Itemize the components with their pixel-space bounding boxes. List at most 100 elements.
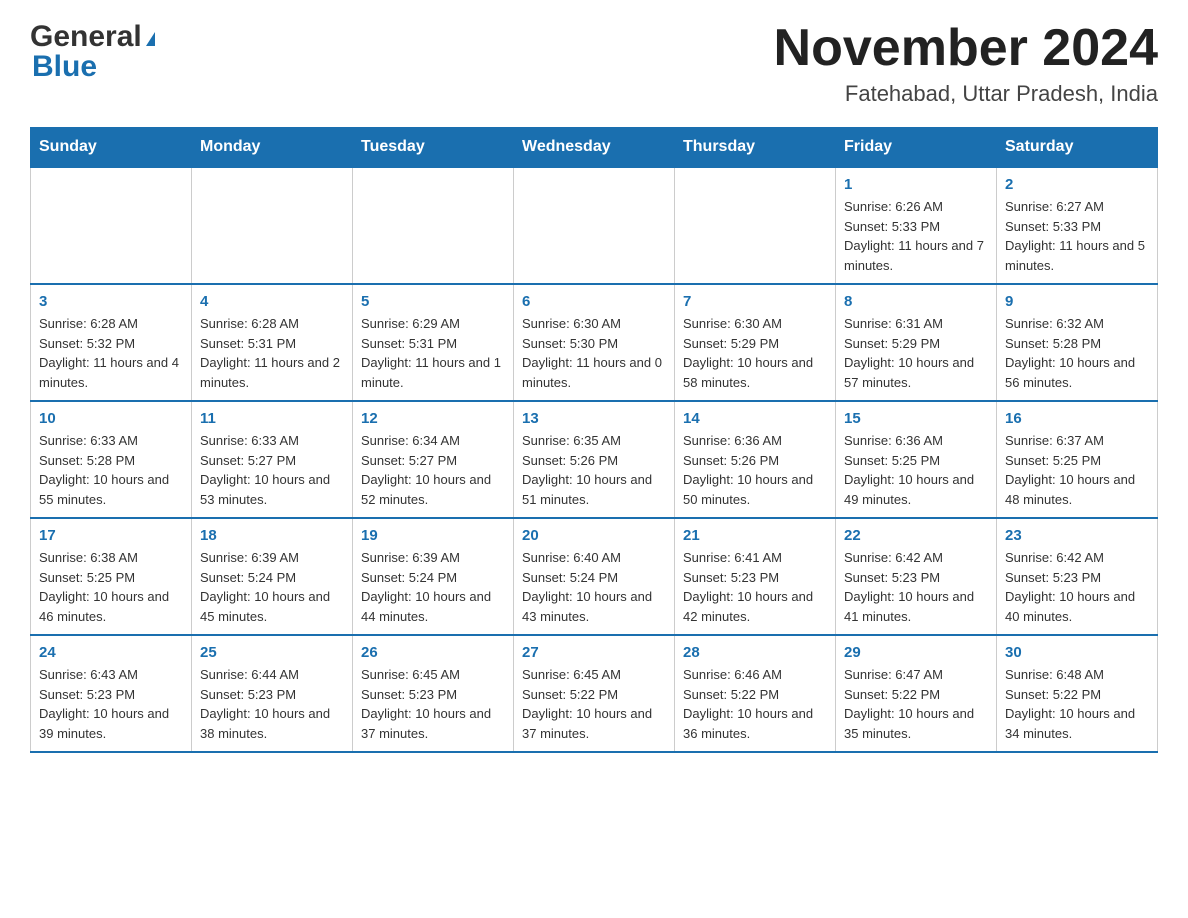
day-number: 28 bbox=[683, 644, 827, 661]
logo-blue-text: Blue bbox=[32, 50, 97, 84]
day-number: 1 bbox=[844, 176, 988, 193]
day-number: 27 bbox=[522, 644, 666, 661]
day-number: 8 bbox=[844, 293, 988, 310]
day-number: 13 bbox=[522, 410, 666, 427]
table-row: 1 Sunrise: 6:26 AMSunset: 5:33 PMDaylight… bbox=[836, 167, 997, 284]
page-header: General Blue November 2024 Fatehabad, Ut… bbox=[30, 20, 1158, 107]
table-row: 14 Sunrise: 6:36 AMSunset: 5:26 PMDayligh… bbox=[675, 401, 836, 518]
day-number: 26 bbox=[361, 644, 505, 661]
logo: General Blue bbox=[30, 20, 155, 84]
day-number: 5 bbox=[361, 293, 505, 310]
header-thursday: Thursday bbox=[675, 128, 836, 168]
day-number: 15 bbox=[844, 410, 988, 427]
day-info: Sunrise: 6:47 AMSunset: 5:22 PMDaylight:… bbox=[844, 665, 988, 743]
day-info: Sunrise: 6:42 AMSunset: 5:23 PMDaylight:… bbox=[1005, 548, 1149, 626]
day-info: Sunrise: 6:33 AMSunset: 5:28 PMDaylight:… bbox=[39, 431, 183, 509]
table-row: 17 Sunrise: 6:38 AMSunset: 5:25 PMDayligh… bbox=[31, 518, 192, 635]
day-info: Sunrise: 6:45 AMSunset: 5:23 PMDaylight:… bbox=[361, 665, 505, 743]
day-number: 17 bbox=[39, 527, 183, 544]
day-number: 6 bbox=[522, 293, 666, 310]
table-row: 11 Sunrise: 6:33 AMSunset: 5:27 PMDayligh… bbox=[192, 401, 353, 518]
table-row: 8 Sunrise: 6:31 AMSunset: 5:29 PMDaylight… bbox=[836, 284, 997, 401]
table-row: 4 Sunrise: 6:28 AMSunset: 5:31 PMDaylight… bbox=[192, 284, 353, 401]
day-number: 30 bbox=[1005, 644, 1149, 661]
table-row: 25 Sunrise: 6:44 AMSunset: 5:23 PMDayligh… bbox=[192, 635, 353, 752]
day-info: Sunrise: 6:48 AMSunset: 5:22 PMDaylight:… bbox=[1005, 665, 1149, 743]
header-wednesday: Wednesday bbox=[514, 128, 675, 168]
day-info: Sunrise: 6:30 AMSunset: 5:29 PMDaylight:… bbox=[683, 314, 827, 392]
table-row: 30 Sunrise: 6:48 AMSunset: 5:22 PMDayligh… bbox=[997, 635, 1158, 752]
header-tuesday: Tuesday bbox=[353, 128, 514, 168]
day-number: 25 bbox=[200, 644, 344, 661]
table-row: 29 Sunrise: 6:47 AMSunset: 5:22 PMDayligh… bbox=[836, 635, 997, 752]
table-row: 15Sunrise: 6:36 AMSunset: 5:25 PMDayligh… bbox=[836, 401, 997, 518]
table-row bbox=[675, 167, 836, 284]
day-info: Sunrise: 6:37 AMSunset: 5:25 PMDaylight:… bbox=[1005, 431, 1149, 509]
table-row bbox=[192, 167, 353, 284]
day-number: 20 bbox=[522, 527, 666, 544]
day-info: Sunrise: 6:38 AMSunset: 5:25 PMDaylight:… bbox=[39, 548, 183, 626]
day-number: 11 bbox=[200, 410, 344, 427]
header-sunday: Sunday bbox=[31, 128, 192, 168]
table-row bbox=[31, 167, 192, 284]
day-number: 2 bbox=[1005, 176, 1149, 193]
table-row: 16 Sunrise: 6:37 AMSunset: 5:25 PMDayligh… bbox=[997, 401, 1158, 518]
month-title: November 2024 bbox=[774, 20, 1158, 77]
day-info: Sunrise: 6:42 AMSunset: 5:23 PMDaylight:… bbox=[844, 548, 988, 626]
table-row: 22Sunrise: 6:42 AMSunset: 5:23 PMDayligh… bbox=[836, 518, 997, 635]
day-number: 3 bbox=[39, 293, 183, 310]
header-monday: Monday bbox=[192, 128, 353, 168]
table-row bbox=[353, 167, 514, 284]
day-number: 9 bbox=[1005, 293, 1149, 310]
day-info: Sunrise: 6:34 AMSunset: 5:27 PMDaylight:… bbox=[361, 431, 505, 509]
table-row: 21 Sunrise: 6:41 AMSunset: 5:23 PMDayligh… bbox=[675, 518, 836, 635]
calendar-row-0: 1 Sunrise: 6:26 AMSunset: 5:33 PMDaylight… bbox=[31, 167, 1158, 284]
day-number: 24 bbox=[39, 644, 183, 661]
day-info: Sunrise: 6:35 AMSunset: 5:26 PMDaylight:… bbox=[522, 431, 666, 509]
day-number: 19 bbox=[361, 527, 505, 544]
title-block: November 2024 Fatehabad, Uttar Pradesh, … bbox=[774, 20, 1158, 107]
day-info: Sunrise: 6:36 AMSunset: 5:26 PMDaylight:… bbox=[683, 431, 827, 509]
day-number: 21 bbox=[683, 527, 827, 544]
day-info: Sunrise: 6:39 AMSunset: 5:24 PMDaylight:… bbox=[361, 548, 505, 626]
calendar-table: Sunday Monday Tuesday Wednesday Thursday… bbox=[30, 127, 1158, 753]
day-number: 4 bbox=[200, 293, 344, 310]
calendar-row-4: 24Sunrise: 6:43 AMSunset: 5:23 PMDayligh… bbox=[31, 635, 1158, 752]
day-info: Sunrise: 6:31 AMSunset: 5:29 PMDaylight:… bbox=[844, 314, 988, 392]
table-row: 3Sunrise: 6:28 AMSunset: 5:32 PMDaylight… bbox=[31, 284, 192, 401]
table-row: 9 Sunrise: 6:32 AMSunset: 5:28 PMDaylight… bbox=[997, 284, 1158, 401]
day-info: Sunrise: 6:27 AMSunset: 5:33 PMDaylight:… bbox=[1005, 197, 1149, 275]
table-row: 10 Sunrise: 6:33 AMSunset: 5:28 PMDayligh… bbox=[31, 401, 192, 518]
day-info: Sunrise: 6:41 AMSunset: 5:23 PMDaylight:… bbox=[683, 548, 827, 626]
day-info: Sunrise: 6:39 AMSunset: 5:24 PMDaylight:… bbox=[200, 548, 344, 626]
table-row bbox=[514, 167, 675, 284]
header-friday: Friday bbox=[836, 128, 997, 168]
day-number: 16 bbox=[1005, 410, 1149, 427]
calendar-row-1: 3Sunrise: 6:28 AMSunset: 5:32 PMDaylight… bbox=[31, 284, 1158, 401]
table-row: 26 Sunrise: 6:45 AMSunset: 5:23 PMDayligh… bbox=[353, 635, 514, 752]
logo-triangle-icon bbox=[146, 32, 155, 46]
day-info: Sunrise: 6:26 AMSunset: 5:33 PMDaylight:… bbox=[844, 197, 988, 275]
calendar-row-2: 10 Sunrise: 6:33 AMSunset: 5:28 PMDayligh… bbox=[31, 401, 1158, 518]
day-info: Sunrise: 6:40 AMSunset: 5:24 PMDaylight:… bbox=[522, 548, 666, 626]
table-row: 23 Sunrise: 6:42 AMSunset: 5:23 PMDayligh… bbox=[997, 518, 1158, 635]
table-row: 7Sunrise: 6:30 AMSunset: 5:29 PMDaylight… bbox=[675, 284, 836, 401]
day-number: 10 bbox=[39, 410, 183, 427]
table-row: 2 Sunrise: 6:27 AMSunset: 5:33 PMDaylight… bbox=[997, 167, 1158, 284]
calendar-row-3: 17 Sunrise: 6:38 AMSunset: 5:25 PMDayligh… bbox=[31, 518, 1158, 635]
table-row: 6Sunrise: 6:30 AMSunset: 5:30 PMDaylight… bbox=[514, 284, 675, 401]
table-row: 12Sunrise: 6:34 AMSunset: 5:27 PMDayligh… bbox=[353, 401, 514, 518]
day-number: 29 bbox=[844, 644, 988, 661]
table-row: 27Sunrise: 6:45 AMSunset: 5:22 PMDayligh… bbox=[514, 635, 675, 752]
day-info: Sunrise: 6:33 AMSunset: 5:27 PMDaylight:… bbox=[200, 431, 344, 509]
table-row: 19 Sunrise: 6:39 AMSunset: 5:24 PMDayligh… bbox=[353, 518, 514, 635]
day-number: 23 bbox=[1005, 527, 1149, 544]
day-info: Sunrise: 6:46 AMSunset: 5:22 PMDaylight:… bbox=[683, 665, 827, 743]
location-title: Fatehabad, Uttar Pradesh, India bbox=[774, 81, 1158, 107]
table-row: 20 Sunrise: 6:40 AMSunset: 5:24 PMDayligh… bbox=[514, 518, 675, 635]
day-number: 14 bbox=[683, 410, 827, 427]
day-info: Sunrise: 6:44 AMSunset: 5:23 PMDaylight:… bbox=[200, 665, 344, 743]
table-row: 18Sunrise: 6:39 AMSunset: 5:24 PMDayligh… bbox=[192, 518, 353, 635]
day-info: Sunrise: 6:32 AMSunset: 5:28 PMDaylight:… bbox=[1005, 314, 1149, 392]
day-info: Sunrise: 6:28 AMSunset: 5:31 PMDaylight:… bbox=[200, 314, 344, 392]
